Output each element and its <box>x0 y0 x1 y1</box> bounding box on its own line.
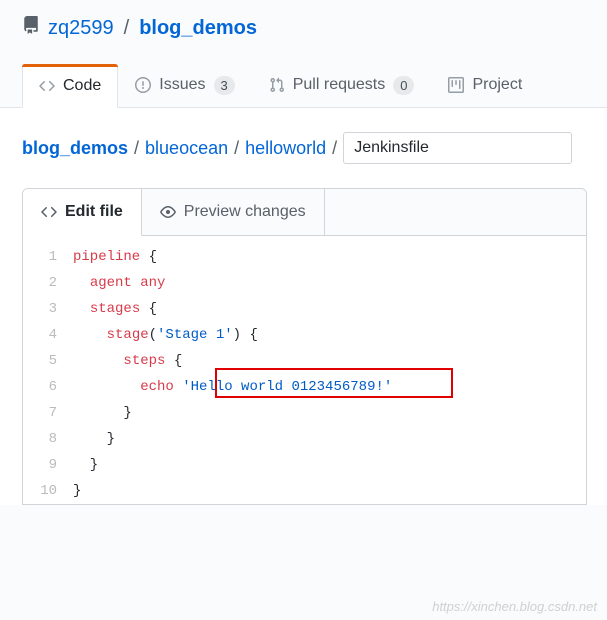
tab-edit-label: Edit file <box>65 203 123 221</box>
line-number-gutter: 1 2 3 4 5 6 7 8 9 10 <box>23 244 71 504</box>
line-number: 3 <box>23 296 57 322</box>
line-number: 1 <box>23 244 57 270</box>
line-number: 8 <box>23 426 57 452</box>
tab-preview-label: Preview changes <box>184 203 306 221</box>
breadcrumb-p2[interactable]: helloworld <box>245 138 326 159</box>
line-number: 4 <box>23 322 57 348</box>
separator: / <box>124 17 130 40</box>
issues-count: 3 <box>214 76 235 95</box>
line-number: 9 <box>23 452 57 478</box>
breadcrumb-separator: / <box>134 138 139 159</box>
breadcrumb-separator: / <box>234 138 239 159</box>
tab-projects[interactable]: Project <box>431 64 539 107</box>
watermark: https://xinchen.blog.csdn.net <box>432 599 597 614</box>
tab-preview-changes[interactable]: Preview changes <box>142 189 325 235</box>
repo-name-link[interactable]: blog_demos <box>139 17 257 40</box>
tab-code-label: Code <box>63 77 101 95</box>
tab-pulls-label: Pull requests <box>293 76 386 94</box>
line-number: 2 <box>23 270 57 296</box>
tab-code[interactable]: Code <box>22 64 118 108</box>
pulls-count: 0 <box>393 76 414 95</box>
breadcrumb-separator: / <box>332 138 337 159</box>
line-number: 5 <box>23 348 57 374</box>
tab-pull-requests[interactable]: Pull requests 0 <box>252 64 432 107</box>
breadcrumb-p1[interactable]: blueocean <box>145 138 228 159</box>
line-number: 7 <box>23 400 57 426</box>
tab-edit-file[interactable]: Edit file <box>23 189 142 236</box>
file-tabs: Edit file Preview changes <box>23 189 586 236</box>
code-content[interactable]: pipeline { agent any stages { stage('Sta… <box>71 244 586 504</box>
repo-icon <box>22 16 40 40</box>
repo-owner-link[interactable]: zq2599 <box>48 17 114 40</box>
tab-projects-label: Project <box>472 76 522 94</box>
line-number: 10 <box>23 478 57 504</box>
tab-issues[interactable]: Issues 3 <box>118 64 251 107</box>
breadcrumb: blog_demos / blueocean / helloworld / <box>22 132 607 164</box>
editor-panel: Edit file Preview changes 1 2 3 4 5 6 7 … <box>22 188 587 505</box>
filename-input[interactable] <box>343 132 572 164</box>
repo-tabs: Code Issues 3 Pull requests 0 Project <box>0 64 607 108</box>
code-editor[interactable]: 1 2 3 4 5 6 7 8 9 10 pipeline { agent an… <box>23 236 586 504</box>
content-area: blog_demos / blueocean / helloworld / Ed… <box>0 108 607 505</box>
tab-issues-label: Issues <box>159 76 205 94</box>
line-number: 6 <box>23 374 57 400</box>
repo-header: zq2599 / blog_demos <box>0 0 607 40</box>
breadcrumb-root[interactable]: blog_demos <box>22 138 128 159</box>
